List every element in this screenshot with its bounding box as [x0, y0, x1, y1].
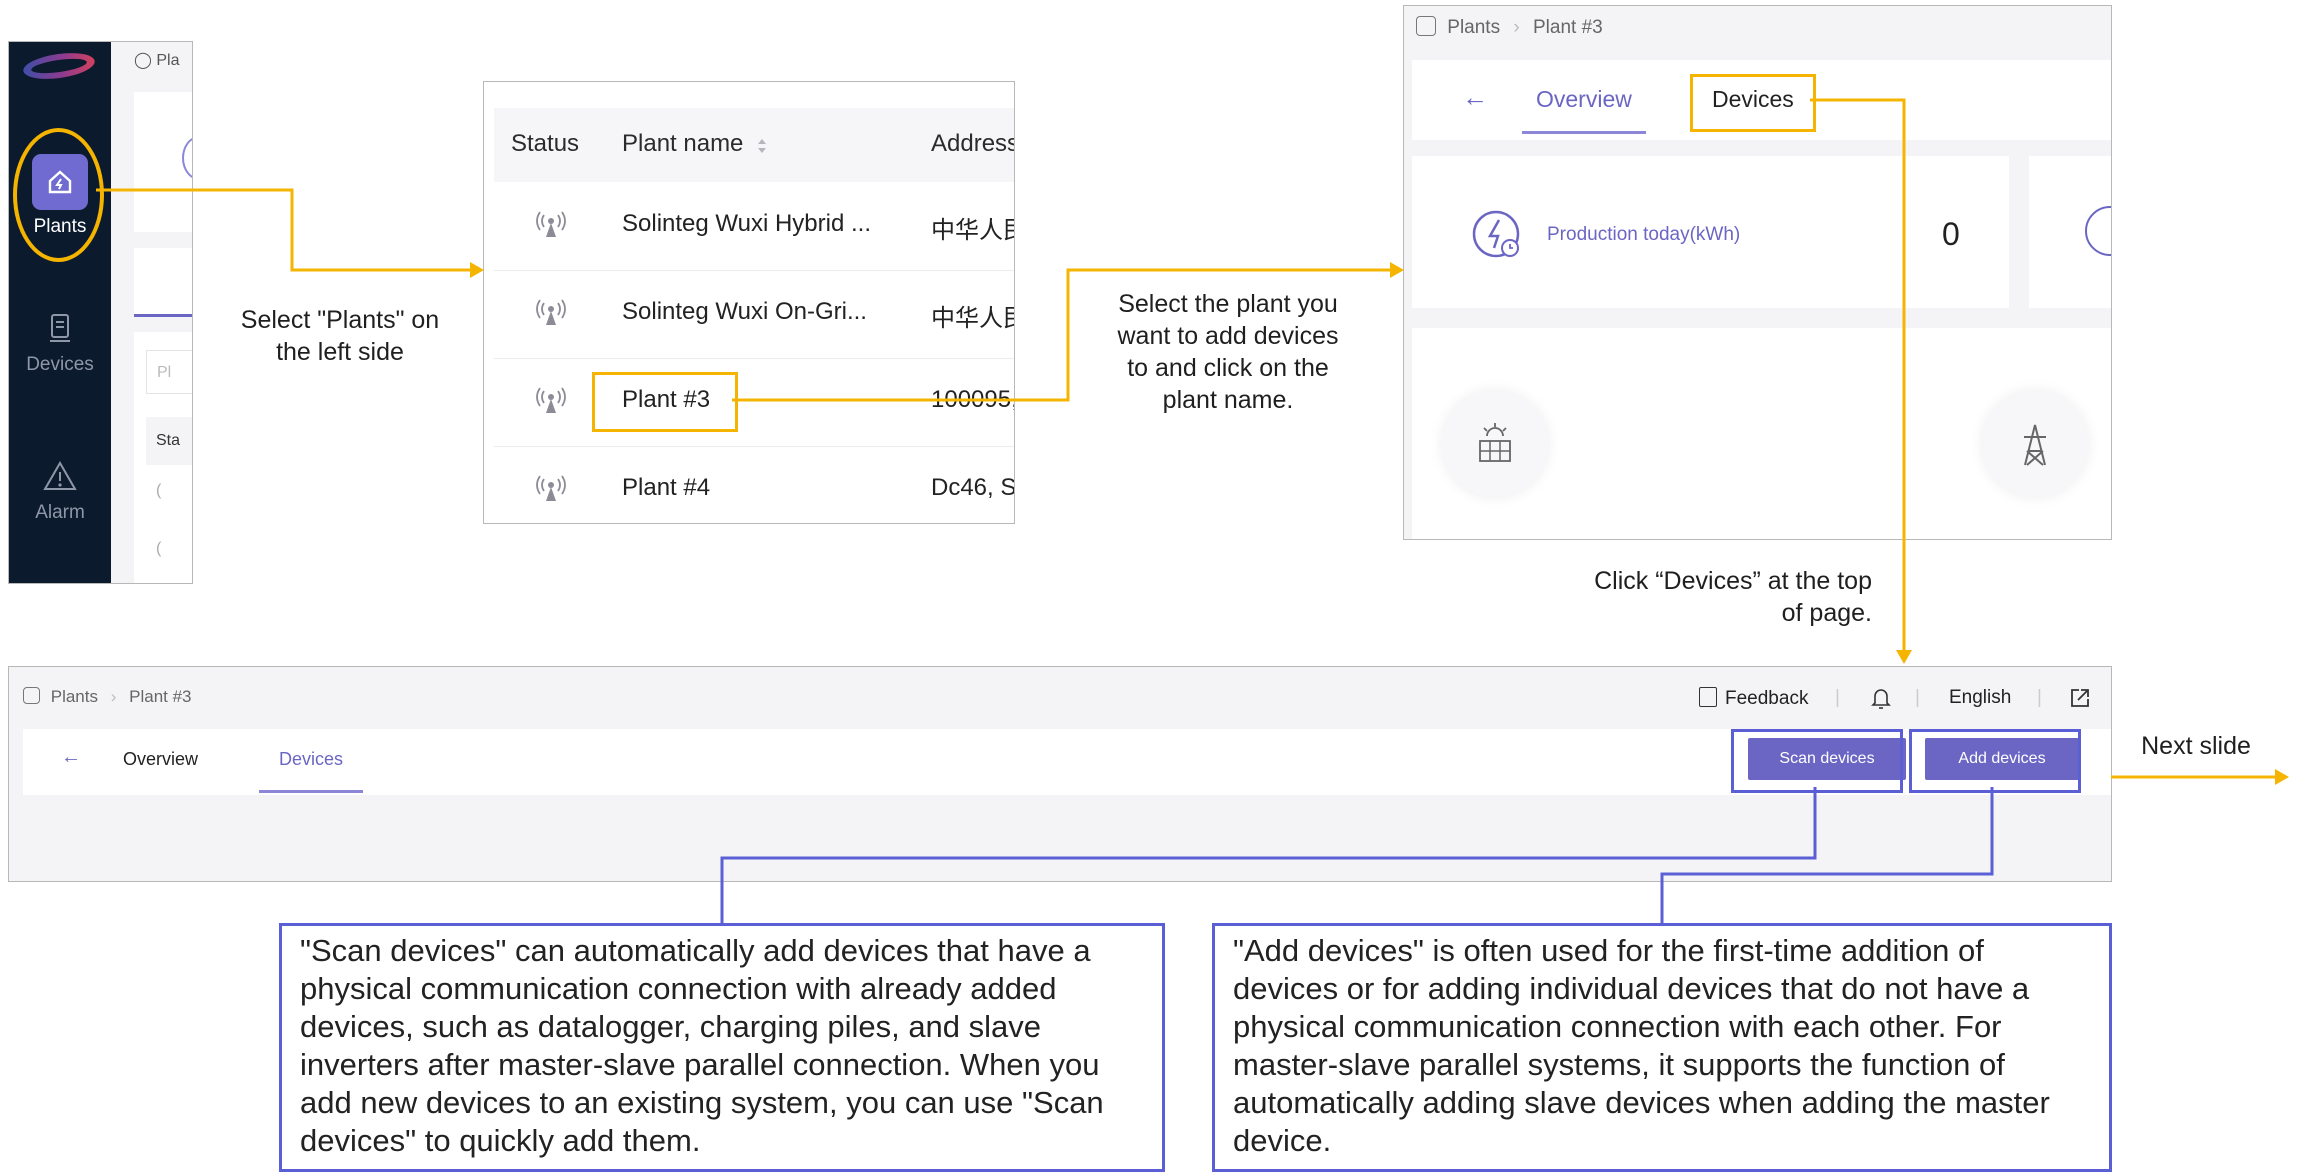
- divider: |: [1915, 687, 1920, 708]
- plant-address: 100095,: [931, 386, 1015, 413]
- chevron-right-icon: ›: [110, 687, 117, 706]
- summary-card: [2029, 156, 2111, 308]
- signal-status-icon: [534, 386, 568, 416]
- signal-status-icon: [534, 298, 568, 328]
- plant-3-highlight: [592, 372, 738, 432]
- production-today-value: 0: [1942, 216, 1960, 252]
- add-devices-highlight: [1909, 729, 2081, 793]
- breadcrumb: Plants › Plant #3: [1416, 16, 1603, 39]
- device-icon: [41, 310, 79, 348]
- back-arrow-icon[interactable]: ←: [1462, 82, 1488, 113]
- notification-bell-icon[interactable]: [1871, 687, 1891, 715]
- solar-panel-node: [1442, 391, 1548, 497]
- breadcrumb-plants[interactable]: Plants: [1447, 17, 1500, 38]
- table-header: Sta: [146, 417, 192, 465]
- scan-devices-highlight: [1731, 729, 1903, 793]
- energy-icon: [2085, 206, 2111, 256]
- feedback-icon: [1699, 687, 1717, 707]
- feedback-link[interactable]: Feedback: [1699, 687, 1808, 710]
- breadcrumb-plant: Plant #3: [1532, 17, 1603, 38]
- scan-devices-description: "Scan devices" can automatically add dev…: [279, 923, 1165, 1172]
- plant-address: Dc46, Sã: [931, 474, 1015, 501]
- plant-home-icon: [23, 687, 40, 704]
- plant-table-screenshot: Status Plant name Address Solinteg Wuxi …: [483, 81, 1015, 524]
- plant-home-icon: [1416, 16, 1436, 36]
- tab-strip: [134, 248, 192, 317]
- plants-highlight: [13, 128, 104, 262]
- plant-name-link[interactable]: Plant #4: [622, 474, 710, 502]
- breadcrumb: Plants › Plant #3: [23, 687, 192, 707]
- column-status: Status: [511, 130, 580, 157]
- production-today-icon: [1470, 208, 1526, 269]
- tab-devices[interactable]: Devices: [259, 749, 364, 793]
- plant-home-icon: ◯: [134, 52, 152, 69]
- plant-name-link[interactable]: Solinteg Wuxi On-Gri...: [622, 298, 867, 326]
- energy-flow-diagram: [1412, 328, 2111, 539]
- sort-icon[interactable]: [756, 135, 768, 155]
- back-arrow-icon[interactable]: ←: [61, 746, 81, 769]
- grid-tower-node: [1982, 391, 2088, 497]
- signal-status-icon: [534, 210, 568, 240]
- add-devices-description: "Add devices" is often used for the firs…: [1212, 923, 2112, 1172]
- table-row[interactable]: Plant #3 100095,: [494, 358, 1014, 447]
- column-address: Address: [931, 130, 1015, 157]
- production-card: Production today(kWh) 0: [1412, 156, 2009, 308]
- tab-overview[interactable]: Overview: [1522, 86, 1646, 134]
- breadcrumb-plants[interactable]: Plants: [51, 687, 98, 706]
- column-plant-name[interactable]: Plant name: [622, 130, 768, 158]
- signal-status-icon: [534, 474, 568, 504]
- plant-address: 中华人民: [931, 305, 1014, 332]
- sidebar-item-label: Devices: [26, 354, 94, 375]
- open-external-icon[interactable]: [2069, 687, 2091, 715]
- divider: |: [1835, 687, 1840, 708]
- tab-overview[interactable]: Overview: [123, 749, 198, 770]
- breadcrumb-plant: Plant #3: [129, 687, 192, 706]
- plant-name-link[interactable]: Solinteg Wuxi Hybrid ...: [622, 210, 871, 238]
- next-slide-link[interactable]: Next slide: [2126, 730, 2266, 762]
- plant-list-card: Pl Sta ( (: [134, 332, 192, 583]
- chevron-right-icon: ›: [1513, 17, 1520, 38]
- sidebar: Plants Devices Alarm: [9, 42, 111, 583]
- language-select[interactable]: English: [1949, 687, 2011, 709]
- status-icon: (: [156, 482, 162, 499]
- table-row[interactable]: Solinteg Wuxi Hybrid ... 中华人民: [494, 182, 1014, 271]
- table-row[interactable]: Plant #4 Dc46, Sã: [494, 446, 1015, 523]
- brand-logo: [21, 49, 97, 83]
- search-input[interactable]: Pl: [146, 350, 192, 394]
- table-row[interactable]: Solinteg Wuxi On-Gri... 中华人民: [494, 270, 1014, 359]
- breadcrumb: ◯ Pla: [134, 52, 180, 69]
- table-header: Status Plant name Address: [494, 108, 1014, 182]
- sidebar-item-label: Alarm: [35, 502, 85, 523]
- devices-tab-highlight: [1690, 74, 1816, 132]
- plant-address: 中华人民: [931, 217, 1014, 244]
- production-icon: [182, 136, 192, 180]
- production-today-label: Production today(kWh): [1547, 224, 1741, 245]
- summary-card: [134, 92, 192, 232]
- step3-note: Click “Devices” at the top of page.: [1594, 567, 1872, 627]
- sidebar-screenshot: Plants Devices Alarm ◯ Pla Pl Sta ( (: [8, 41, 193, 584]
- step2-note: Select the plant you want to add devices…: [1117, 290, 1339, 414]
- sidebar-item-devices[interactable]: Devices: [9, 310, 111, 376]
- sidebar-item-alarm[interactable]: Alarm: [9, 458, 111, 524]
- step1-note: Select "Plants" on the left side: [240, 306, 440, 366]
- alarm-warning-icon: [41, 458, 79, 496]
- divider: |: [2037, 687, 2042, 708]
- status-icon: (: [156, 540, 162, 557]
